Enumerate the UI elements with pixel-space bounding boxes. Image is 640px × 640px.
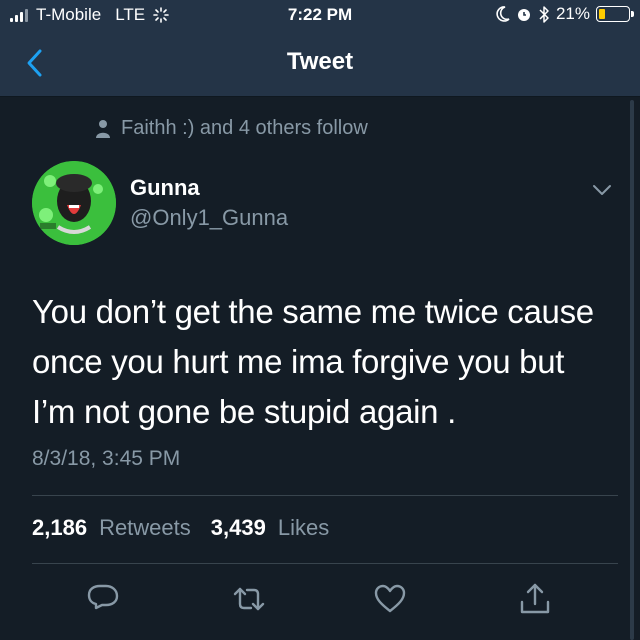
page-title: Tweet (286, 48, 354, 75)
share-icon[interactable] (518, 582, 552, 616)
action-bar (0, 574, 640, 624)
nav-bar: Tweet (0, 30, 640, 97)
tweet-timestamp: 8/3/18, 3:45 PM (32, 447, 181, 470)
chevron-down-icon[interactable] (592, 183, 612, 197)
tweet-text-line: once you hurt me ima forgive you but (32, 343, 565, 380)
likes-count[interactable]: 3,439 (211, 515, 266, 541)
user-name[interactable]: Gunna (130, 175, 200, 201)
tweet-text: You don’t get the same me twice cause on… (32, 287, 617, 437)
retweets-label[interactable]: Retweets (99, 515, 191, 541)
avatar[interactable] (32, 161, 116, 245)
social-context-text: Faithh :) and 4 others follow (121, 117, 368, 139)
avatar-image (32, 161, 116, 245)
divider (32, 495, 618, 496)
scrollbar[interactable] (630, 100, 634, 640)
retweet-icon[interactable] (232, 582, 266, 616)
user-handle[interactable]: @Only1_Gunna (130, 205, 288, 231)
alarm-icon (517, 9, 530, 21)
status-bar: T-Mobile LTE 7:22 PM 21% (0, 0, 640, 30)
tweet-detail: Faithh :) and 4 others follow Gunna @Onl… (0, 97, 640, 640)
tweet-text-line: I’m not gone be stupid again . (32, 393, 456, 430)
bluetooth-icon (539, 5, 549, 23)
likes-label[interactable]: Likes (278, 515, 329, 541)
reply-icon[interactable] (86, 582, 120, 616)
status-right: 21% (496, 4, 634, 24)
retweets-count[interactable]: 2,186 (32, 515, 87, 541)
tweet-stats: 2,186 Retweets 3,439 Likes (32, 515, 337, 541)
divider (32, 563, 618, 564)
battery-percent: 21% (555, 4, 590, 23)
tweet-text-line: You don’t get the same me twice cause (32, 293, 594, 330)
like-icon[interactable] (373, 582, 407, 616)
person-icon (96, 119, 110, 138)
moon-icon (496, 6, 510, 22)
social-context: Faithh :) and 4 others follow (95, 117, 368, 140)
battery-icon (596, 6, 634, 22)
